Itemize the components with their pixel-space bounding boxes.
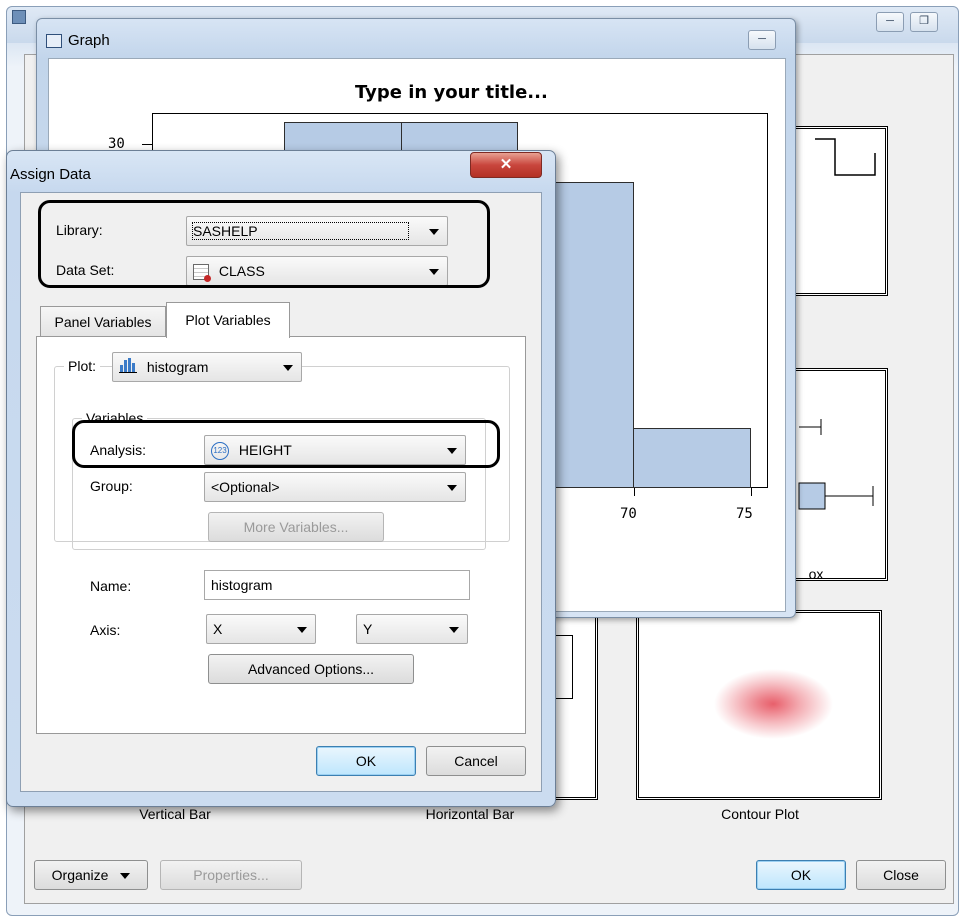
group-label: Group: [90,478,133,494]
graph-minimize-button[interactable]: ─ [748,30,776,50]
axis-y-value: Y [363,621,373,637]
thumbnail-contour-plot[interactable] [636,610,882,800]
graph-window-icon [46,34,62,48]
gallery-close-button[interactable]: Close [856,860,946,890]
chevron-down-icon [449,627,459,633]
dialog-title: Assign Data [10,166,91,183]
dialog-ok-button[interactable]: OK [316,746,416,776]
tab-plot-variables[interactable]: Plot Variables [166,302,290,338]
axis-x-select[interactable]: X [206,614,316,644]
name-label: Name: [90,578,132,594]
thumbnail-step-plot[interactable] [792,126,888,296]
x-tick-mark [634,488,635,496]
dropdown-arrow-icon [120,873,131,880]
axis-label: Axis: [90,622,121,638]
analysis-highlight [72,420,500,468]
tab-panel-variables[interactable]: Panel Variables [40,306,166,338]
group-value: <Optional> [211,479,280,495]
dialog-close-button[interactable]: ✕ [470,152,542,178]
more-variables-button[interactable]: More Variables... [208,512,384,542]
x-tick-mark [751,488,752,496]
axis-y-select[interactable]: Y [356,614,468,644]
caption-vertical-bar: Vertical Bar [139,806,211,822]
step-plot-icon [815,138,876,176]
histogram-icon [119,354,137,382]
y-tick-mark [142,144,152,145]
minimize-button[interactable]: ─ [876,12,904,32]
chevron-down-icon [297,627,307,633]
chevron-down-icon [447,485,457,491]
organize-label: Organize [51,867,109,883]
dialog-cancel-button[interactable]: Cancel [426,746,526,776]
x-tick-label: 75 [736,506,753,522]
app-icon [12,10,26,24]
chevron-down-icon [283,365,293,371]
graph-window-title: Graph [68,32,110,49]
properties-button[interactable]: Properties... [160,860,302,890]
caption-contour-plot: Contour Plot [721,806,799,822]
organize-button[interactable]: Organize [34,860,148,890]
chart-title[interactable]: Type in your title... [355,82,548,103]
box-caption: ox [808,566,824,582]
plot-select[interactable]: histogram [112,352,302,382]
plot-value: histogram [146,359,209,375]
close-icon: ✕ [499,156,513,173]
histogram-bar [633,428,751,488]
library-dataset-highlight [38,200,490,288]
box-plot-icon [798,419,874,510]
x-tick-label: 70 [620,506,637,522]
caption-horizontal-bar: Horizontal Bar [425,806,515,822]
gallery-ok-button[interactable]: OK [756,860,846,890]
axis-x-value: X [213,621,223,637]
restore-button[interactable]: ❐ [910,12,938,32]
advanced-options-button[interactable]: Advanced Options... [208,654,414,684]
contour-plot-image [645,619,873,791]
plot-label: Plot: [64,358,101,374]
thumbnail-box-plot[interactable] [790,368,888,581]
name-field[interactable]: histogram [204,570,470,600]
group-select[interactable]: <Optional> [204,472,466,502]
